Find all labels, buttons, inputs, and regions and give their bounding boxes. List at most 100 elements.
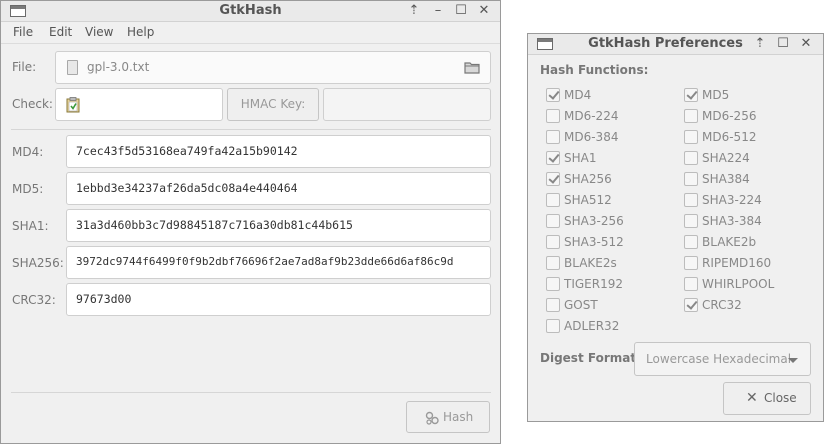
checkbox-label-md6-384: MD6-384 [564,130,619,144]
checkbox-label-md6-512: MD6-512 [702,130,757,144]
checkbox-label-sha1: SHA1 [564,151,597,165]
close-icon[interactable]: ✕ [797,35,815,53]
sha256-value: 3972dc9744f6499f0f9b2dbf76696f2ae7ad8af9… [76,255,454,268]
checkbox-whirlpool[interactable] [684,277,698,291]
checkbox-sha3-256[interactable] [546,214,560,228]
main-window: GtkHash ⇡ – ☐ ✕ File Edit View Help File… [0,0,501,444]
md4-value: 7cec43f5d53168ea749fa42a15b90142 [76,144,298,158]
checkbox-md6-256[interactable] [684,109,698,123]
maximize-icon[interactable]: ☐ [452,2,470,20]
crc32-label: CRC32: [12,293,56,307]
hmac-key-toggle[interactable]: HMAC Key: [227,88,319,121]
checkbox-blake2s[interactable] [546,256,560,270]
checkbox-tiger192[interactable] [546,277,560,291]
checkbox-ripemd160[interactable] [684,256,698,270]
checkbox-label-tiger192: TIGER192 [564,277,623,291]
menu-file[interactable]: File [13,25,33,39]
chevron-down-icon [788,358,798,363]
close-button-label: Close [764,391,797,405]
checkbox-label-gost: GOST [564,298,598,312]
checkbox-md4[interactable] [546,88,560,102]
checkbox-md6-512[interactable] [684,130,698,144]
close-icon: ✕ [746,390,758,406]
checkbox-adler32[interactable] [546,319,560,333]
keep-above-icon[interactable]: ⇡ [405,2,423,20]
checkbox-sha3-512[interactable] [546,235,560,249]
checkbox-label-md5: MD5 [702,88,730,102]
checkbox-blake2b[interactable] [684,235,698,249]
checkbox-sha1[interactable] [546,151,560,165]
close-icon[interactable]: ✕ [475,2,493,20]
sha256-label: SHA256: [12,256,64,270]
sha1-label: SHA1: [12,219,49,233]
main-window-title: GtkHash [219,3,282,18]
crc32-value: 97673d00 [76,292,132,306]
preferences-window: GtkHash Preferences ⇡ ☐ ✕ Hash Functions… [527,33,824,422]
checkbox-sha224[interactable] [684,151,698,165]
keep-above-icon[interactable]: ⇡ [751,35,769,53]
document-icon [67,60,78,75]
file-chooser-button[interactable]: gpl-3.0.txt [55,51,491,84]
checkbox-label-sha512: SHA512 [564,193,612,207]
checkbox-md6-384[interactable] [546,130,560,144]
digest-format-value: Lowercase Hexadecimal [646,352,792,366]
crc32-output[interactable]: 97673d00 [66,283,491,316]
checkbox-sha256[interactable] [546,172,560,186]
checkbox-crc32[interactable] [684,298,698,312]
folder-icon [464,62,480,74]
menubar: File Edit View Help [1,22,500,44]
hmac-key-input[interactable] [323,88,491,121]
checkbox-sha512[interactable] [546,193,560,207]
checkbox-label-md4: MD4 [564,88,592,102]
sha1-value: 31a3d460bb3c7d98845187c716a30db81c44b615 [76,218,353,232]
checkbox-label-md6-224: MD6-224 [564,109,619,123]
checkbox-label-ripemd160: RIPEMD160 [702,256,772,270]
sha256-output[interactable]: 3972dc9744f6499f0f9b2dbf76696f2ae7ad8af9… [66,246,491,279]
hash-button[interactable]: Hash [406,401,490,433]
checkbox-label-sha224: SHA224 [702,151,750,165]
checkbox-label-sha3-224: SHA3-224 [702,193,762,207]
maximize-icon[interactable]: ☐ [774,35,792,53]
digest-format-dropdown[interactable]: Lowercase Hexadecimal [634,342,811,376]
digest-format-label: Digest Format: [540,351,641,365]
hash-functions-label: Hash Functions: [540,63,649,77]
file-name: gpl-3.0.txt [87,60,150,74]
check-input[interactable] [55,88,223,121]
hmac-key-label: HMAC Key: [240,97,306,111]
menu-view[interactable]: View [85,25,113,39]
separator-top [11,129,491,130]
md4-label: MD4: [12,145,44,159]
md5-value: 1ebbd3e34237af26da5dc08a4e440464 [76,181,298,195]
checkbox-label-adler32: ADLER32 [564,319,620,333]
checkbox-label-sha3-256: SHA3-256 [564,214,624,228]
close-button[interactable]: ✕ Close [723,382,811,415]
checkbox-md5[interactable] [684,88,698,102]
prefs-titlebar[interactable]: GtkHash Preferences ⇡ ☐ ✕ [528,34,823,55]
checkbox-label-sha256: SHA256 [564,172,612,186]
checkbox-label-blake2s: BLAKE2s [564,256,617,270]
md5-output[interactable]: 1ebbd3e34237af26da5dc08a4e440464 [66,172,491,205]
check-label: Check: [12,97,53,111]
md5-label: MD5: [12,182,44,196]
file-label: File: [12,60,37,74]
main-titlebar[interactable]: GtkHash ⇡ – ☐ ✕ [1,1,500,22]
checkbox-label-sha3-384: SHA3-384 [702,214,762,228]
separator-bottom [11,392,491,393]
sha1-output[interactable]: 31a3d460bb3c7d98845187c716a30db81c44b615 [66,209,491,242]
minimize-icon[interactable]: – [429,2,447,20]
gear-icon [425,411,439,425]
checkbox-gost[interactable] [546,298,560,312]
paste-icon[interactable] [66,97,80,113]
hash-button-label: Hash [443,410,474,424]
menu-help[interactable]: Help [127,25,154,39]
checkbox-label-sha3-512: SHA3-512 [564,235,624,249]
checkbox-sha3-384[interactable] [684,214,698,228]
md4-output[interactable]: 7cec43f5d53168ea749fa42a15b90142 [66,135,491,168]
checkbox-label-whirlpool: WHIRLPOOL [702,277,775,291]
checkbox-label-sha384: SHA384 [702,172,750,186]
checkbox-md6-224[interactable] [546,109,560,123]
menu-edit[interactable]: Edit [49,25,72,39]
checkbox-sha3-224[interactable] [684,193,698,207]
checkbox-label-blake2b: BLAKE2b [702,235,757,249]
checkbox-sha384[interactable] [684,172,698,186]
